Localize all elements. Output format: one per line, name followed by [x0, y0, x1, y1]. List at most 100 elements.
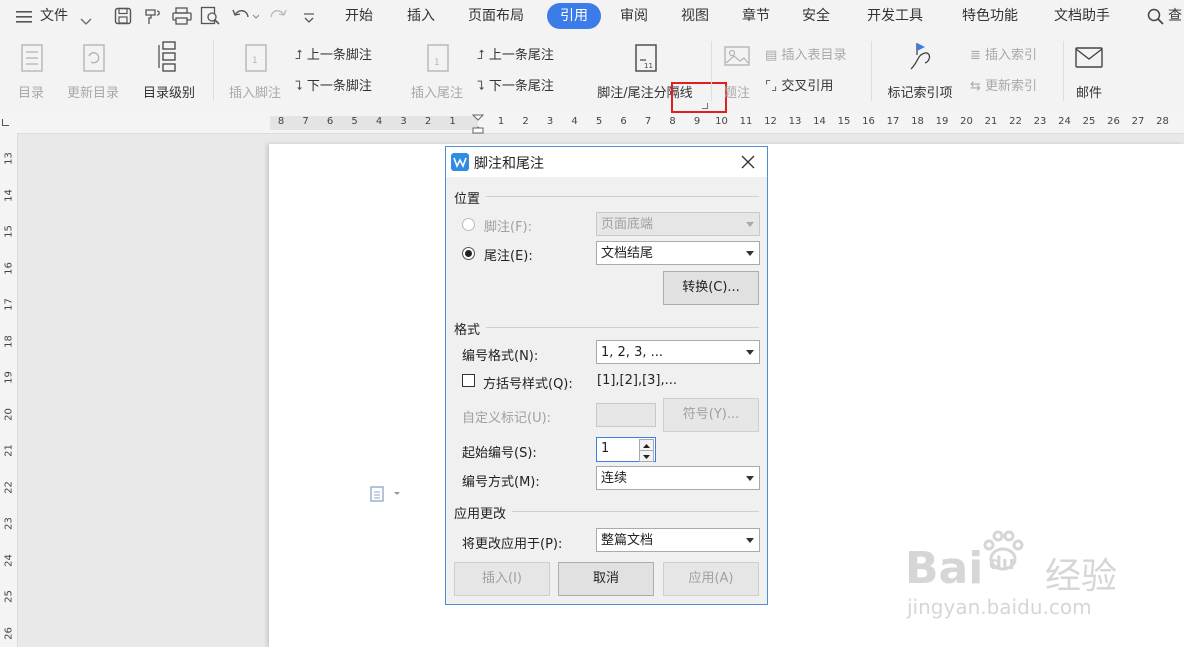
ruler-number: 7: [302, 116, 309, 127]
tab-review[interactable]: 审阅: [620, 0, 648, 33]
tab-developer[interactable]: 开发工具: [867, 0, 923, 33]
horizontal-ruler[interactable]: 87654321 1 2 3 4 5 6 7 8 9 10 11 12 13 14 15 16 17 18 19 20…: [0, 113, 1184, 134]
apply-to-select[interactable]: 整篇文档: [596, 528, 760, 552]
cross-reference-button[interactable]: ⌜⌟ 交叉引用: [765, 76, 833, 98]
endnote-position-select[interactable]: 文档结尾: [596, 241, 760, 265]
ribbon-toolbar: 目录 更新目录 目录级别 1 插入脚注 ⮥ 上一条脚注 ⮧ 下一条脚注 1 插入…: [0, 33, 1184, 114]
insert-index-button[interactable]: ≣ 插入索引: [970, 45, 1037, 67]
divider: [486, 327, 759, 328]
insert-endnote-button[interactable]: 1 插入尾注: [404, 41, 470, 101]
prev-footnote-button[interactable]: ⮥ 上一条脚注: [295, 45, 372, 67]
toc-button[interactable]: 目录: [8, 41, 54, 101]
start-at-stepper[interactable]: 1: [596, 437, 656, 462]
update-index-button[interactable]: ⇆ 更新索引: [970, 76, 1037, 98]
ruler-number: 5: [351, 116, 358, 127]
tab-home[interactable]: 开始: [345, 0, 373, 33]
ruler-number: 3: [546, 116, 554, 127]
quick-access-dropdown-icon[interactable]: [302, 10, 316, 29]
indent-marker[interactable]: [471, 114, 485, 138]
footnote-position-select[interactable]: 页面底端: [596, 212, 760, 236]
redo-icon[interactable]: [270, 7, 288, 29]
print-icon[interactable]: [172, 7, 192, 29]
insert-footnote-button[interactable]: 1 插入脚注: [222, 41, 288, 101]
dialog-titlebar[interactable]: 脚注和尾注: [446, 147, 767, 177]
search-label[interactable]: 查: [1168, 0, 1182, 33]
numbering-value: 连续: [601, 471, 628, 486]
stepper-down-icon[interactable]: [639, 450, 654, 462]
footnote-position-value: 页面底端: [601, 217, 654, 232]
tab-stop-selector[interactable]: [2, 119, 9, 126]
print-preview-icon[interactable]: [200, 6, 222, 30]
ruler-number: 22: [3, 480, 15, 494]
separator: [871, 41, 872, 101]
ruler-number: 19: [935, 116, 949, 127]
caption-button[interactable]: 题注: [720, 41, 754, 101]
watermark-brand-suffix: du: [989, 553, 1015, 574]
format-painter-icon[interactable]: [143, 7, 163, 29]
vertical-ruler[interactable]: 13 14 15 16 17 18 19 20 21 22 23 24 25 26: [0, 133, 18, 647]
insert-button[interactable]: 插入(I): [454, 562, 550, 596]
prev-endnote-icon: ⮥: [477, 48, 485, 63]
number-format-select[interactable]: 1, 2, 3, ...: [596, 340, 760, 364]
number-format-label: 编号格式(N):: [462, 349, 539, 364]
prev-endnote-button[interactable]: ⮥ 上一条尾注: [477, 45, 554, 67]
divider: [512, 511, 759, 512]
mail-button[interactable]: 邮件: [1068, 41, 1110, 101]
tab-insert[interactable]: 插入: [407, 0, 435, 33]
footnote-radio[interactable]: [462, 218, 475, 231]
tab-chapter[interactable]: 章节: [742, 0, 770, 33]
update-toc-button[interactable]: 更新目录: [60, 41, 126, 101]
caption-icon: [724, 46, 750, 66]
convert-button[interactable]: 转换(C)...: [663, 271, 759, 305]
bracket-style-checkbox[interactable]: [462, 374, 475, 387]
apply-to-value: 整篇文档: [601, 533, 654, 548]
cross-reference-label: 交叉引用: [781, 79, 834, 94]
update-index-icon: ⇆: [970, 79, 981, 94]
wps-logo-icon: [451, 153, 469, 171]
custom-mark-input[interactable]: [596, 403, 656, 427]
cancel-button[interactable]: 取消: [558, 562, 654, 596]
next-footnote-button[interactable]: ⮧ 下一条脚注: [295, 76, 372, 98]
next-endnote-label: 下一条尾注: [488, 79, 554, 94]
tab-doc-assistant[interactable]: 文档助手: [1054, 0, 1110, 33]
highlight-box: [671, 82, 727, 113]
tab-security[interactable]: 安全: [802, 0, 830, 33]
ruler-number: 16: [3, 261, 15, 275]
separator: [213, 41, 214, 101]
endnote-radio[interactable]: [462, 247, 475, 260]
ruler-number: 17: [3, 298, 15, 311]
divider: [486, 196, 759, 197]
next-endnote-button[interactable]: ⮧ 下一条尾注: [477, 76, 554, 98]
dialog-launcher-icon[interactable]: [702, 103, 708, 109]
insert-table-toc-button[interactable]: ▤ 插入表目录: [765, 45, 846, 67]
tab-view[interactable]: 视图: [681, 0, 709, 33]
footnote-label: 脚注(F):: [484, 220, 533, 235]
symbol-button[interactable]: 符号(Y)...: [663, 398, 759, 432]
search-icon[interactable]: [1147, 8, 1165, 30]
start-at-value[interactable]: 1: [601, 441, 609, 456]
chevron-down-icon[interactable]: [80, 12, 92, 31]
watermark-cn: 经验: [1045, 556, 1118, 597]
tab-page-layout[interactable]: 页面布局: [468, 0, 524, 33]
start-at-label: 起始编号(S):: [462, 446, 537, 461]
close-icon[interactable]: [741, 155, 755, 173]
prev-footnote-label: 上一条脚注: [306, 48, 372, 63]
save-icon[interactable]: [114, 7, 132, 29]
ruler-number: 7: [644, 116, 652, 127]
numbering-select[interactable]: 连续: [596, 466, 760, 490]
prev-footnote-icon: ⮥: [295, 48, 303, 63]
undo-icon[interactable]: [231, 7, 260, 29]
ruler-number: 8: [669, 116, 676, 127]
mark-index-button[interactable]: 标记索引项: [880, 41, 960, 101]
tab-special-features[interactable]: 特色功能: [962, 0, 1018, 33]
tab-references[interactable]: 引用: [547, 3, 601, 29]
insert-footnote-icon: 1: [245, 44, 267, 72]
ruler-number: 25: [3, 590, 15, 603]
ruler-number: 2: [522, 116, 529, 127]
file-menu[interactable]: 文件: [40, 0, 68, 33]
toc-level-icon: [158, 41, 176, 72]
apply-button[interactable]: 应用(A): [663, 562, 759, 596]
toc-level-button[interactable]: 目录级别: [132, 41, 206, 101]
hamburger-menu-icon[interactable]: [16, 9, 34, 23]
paste-options-icon[interactable]: [370, 486, 402, 506]
